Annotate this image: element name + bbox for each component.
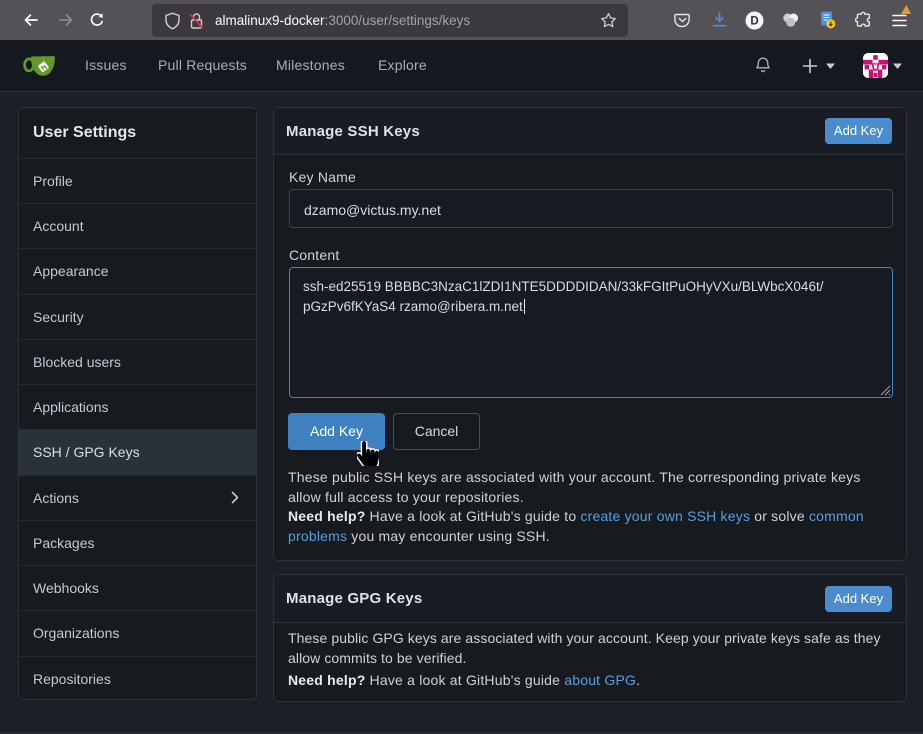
svg-text:D: D (750, 16, 758, 28)
